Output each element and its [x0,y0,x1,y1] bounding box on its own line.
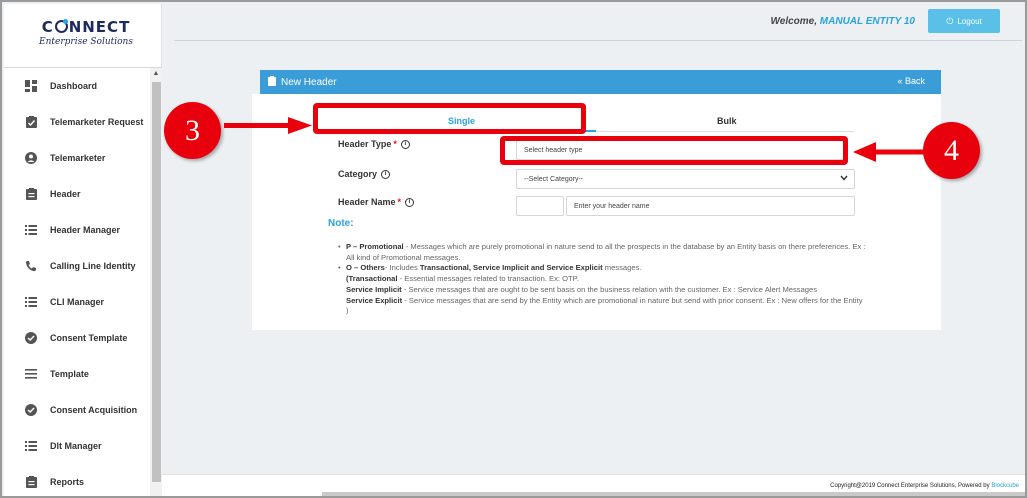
logo-tagline: Enterprise Solutions [39,37,133,47]
welcome-prefix: Welcome, [770,16,818,27]
scroll-thumb[interactable] [152,82,161,482]
sidebar-item-template[interactable]: Template [4,356,149,392]
welcome-message: Welcome, MANUAL ENTITY 10 [771,16,915,27]
category-label: Category i [338,169,391,179]
sidebar-item-label: Telemarketer Request [50,117,144,127]
header-type-label: Header Type * i [338,139,410,149]
logout-button[interactable]: ⏻ Logout [928,9,1000,33]
sidebar-item-label: Template [50,369,89,379]
category-selected-value: --Select Category-- [524,175,584,183]
connect-logo: C NNECT Enterprise Solutions [26,18,146,58]
highlight-box-single-tab [313,103,586,134]
power-icon: ⏻ [946,15,954,26]
sidebar-item-telemarketer-request[interactable]: Telemarketer Request [4,104,149,140]
sidebar-item-reports[interactable]: Reports [4,464,149,496]
sidebar-scrollbar[interactable]: ▲ [150,68,162,496]
logo-wordmark: C NNECT [41,18,131,36]
step-4-badge: 4 [923,122,980,179]
check-circle-icon [24,331,38,345]
list-icon [24,295,38,309]
header-name-input[interactable]: Enter your header name [566,196,855,216]
info-icon[interactable]: i [405,197,415,207]
list-icon [24,223,38,237]
phone-icon [24,259,38,273]
sidebar-item-label: Header [50,189,81,199]
clipboard-icon [24,187,38,201]
note-transactional: (Transactional - Essential messages rela… [346,274,579,284]
header-prefix-input[interactable] [516,196,564,216]
clipboard-icon [268,76,276,88]
chevron-down-icon [840,174,848,183]
header-name-placeholder: Enter your header name [574,202,650,210]
clipboard-check-icon [24,115,38,129]
sidebar-menu: Dashboard Telemarketer Request Telemarke… [4,68,149,496]
sidebar-item-consent-acquisition[interactable]: Consent Acquisition [4,392,149,428]
dashboard-icon [24,79,38,93]
sidebar-item-dashboard[interactable]: Dashboard [4,68,149,104]
sidebar-item-telemarketer[interactable]: Telemarketer [4,140,149,176]
header-name-label: Header Name * i [338,197,415,207]
highlight-box-header-type [500,136,848,165]
lines-icon [24,367,38,381]
check-circle-icon [24,403,38,417]
info-icon[interactable]: i [400,139,410,149]
list-icon [24,439,38,453]
sidebar-item-label: Reports [50,477,85,487]
category-select[interactable]: --Select Category-- [516,169,855,189]
back-link[interactable]: « Back [897,76,925,86]
sidebar-item-label: Header Manager [50,225,121,235]
tab-bulk[interactable]: Bulk [717,116,737,126]
note-service-explicit: Service Explicit - Service messages that… [346,295,863,316]
sidebar-item-label: Consent Template [50,333,128,343]
top-bar-divider [174,40,1022,41]
arrow-left-icon [853,142,924,162]
note-service-implicit: Service Implicit - Service messages that… [346,284,818,294]
clipboard-icon [24,475,38,489]
screen-frame: C NNECT Enterprise Solutions Dashboard Te… [0,0,1027,498]
sidebar-item-label: CLI Manager [50,297,105,307]
sidebar-item-label: Dashboard [50,81,98,91]
arrow-right-icon [224,117,312,134]
top-bar: Welcome, MANUAL ENTITY 10 ⏻ Logout [162,4,1025,41]
sidebar-item-calling-line-identity[interactable]: Calling Line Identity [4,248,149,284]
footer-brand-link[interactable]: Blockcube [991,483,1019,489]
sidebar-item-cli-manager[interactable]: CLI Manager [4,284,149,320]
sidebar-item-label: Telemarketer [50,153,106,163]
notes-list: • P – Promotional - Messages which are pu… [338,242,866,317]
tabs-divider [596,131,854,132]
sidebar-item-label: Dlt Manager [50,441,102,451]
panel-header: New Header « Back [260,70,941,94]
sidebar-item-label: Calling Line Identity [50,261,136,271]
info-icon[interactable]: i [381,169,391,179]
user-name: MANUAL ENTITY 10 [819,16,915,27]
sidebar-item-label: Consent Acquisition [50,405,138,415]
footer-copyright: Copyright@2019 Connect Enterprise Soluti… [830,483,1019,489]
logout-label: Logout [957,16,982,26]
sidebar: C NNECT Enterprise Solutions Dashboard Te… [4,4,162,496]
scroll-up-arrow-icon[interactable]: ▲ [150,68,162,80]
note-others: • O – Others- Includes Transactional, Ser… [338,263,642,273]
sidebar-item-consent-template[interactable]: Consent Template [4,320,149,356]
sidebar-item-dlt-manager[interactable]: Dlt Manager [4,428,149,464]
note-title: Note: [328,218,354,229]
sidebar-item-header[interactable]: Header [4,176,149,212]
step-3-badge: 3 [164,102,221,159]
panel-title: New Header [281,76,337,88]
sidebar-item-header-manager[interactable]: Header Manager [4,212,149,248]
note-promotional: • P – Promotional - Messages which are pu… [338,242,866,262]
bottom-scroll-band [322,492,1025,496]
user-circle-icon [24,151,38,165]
